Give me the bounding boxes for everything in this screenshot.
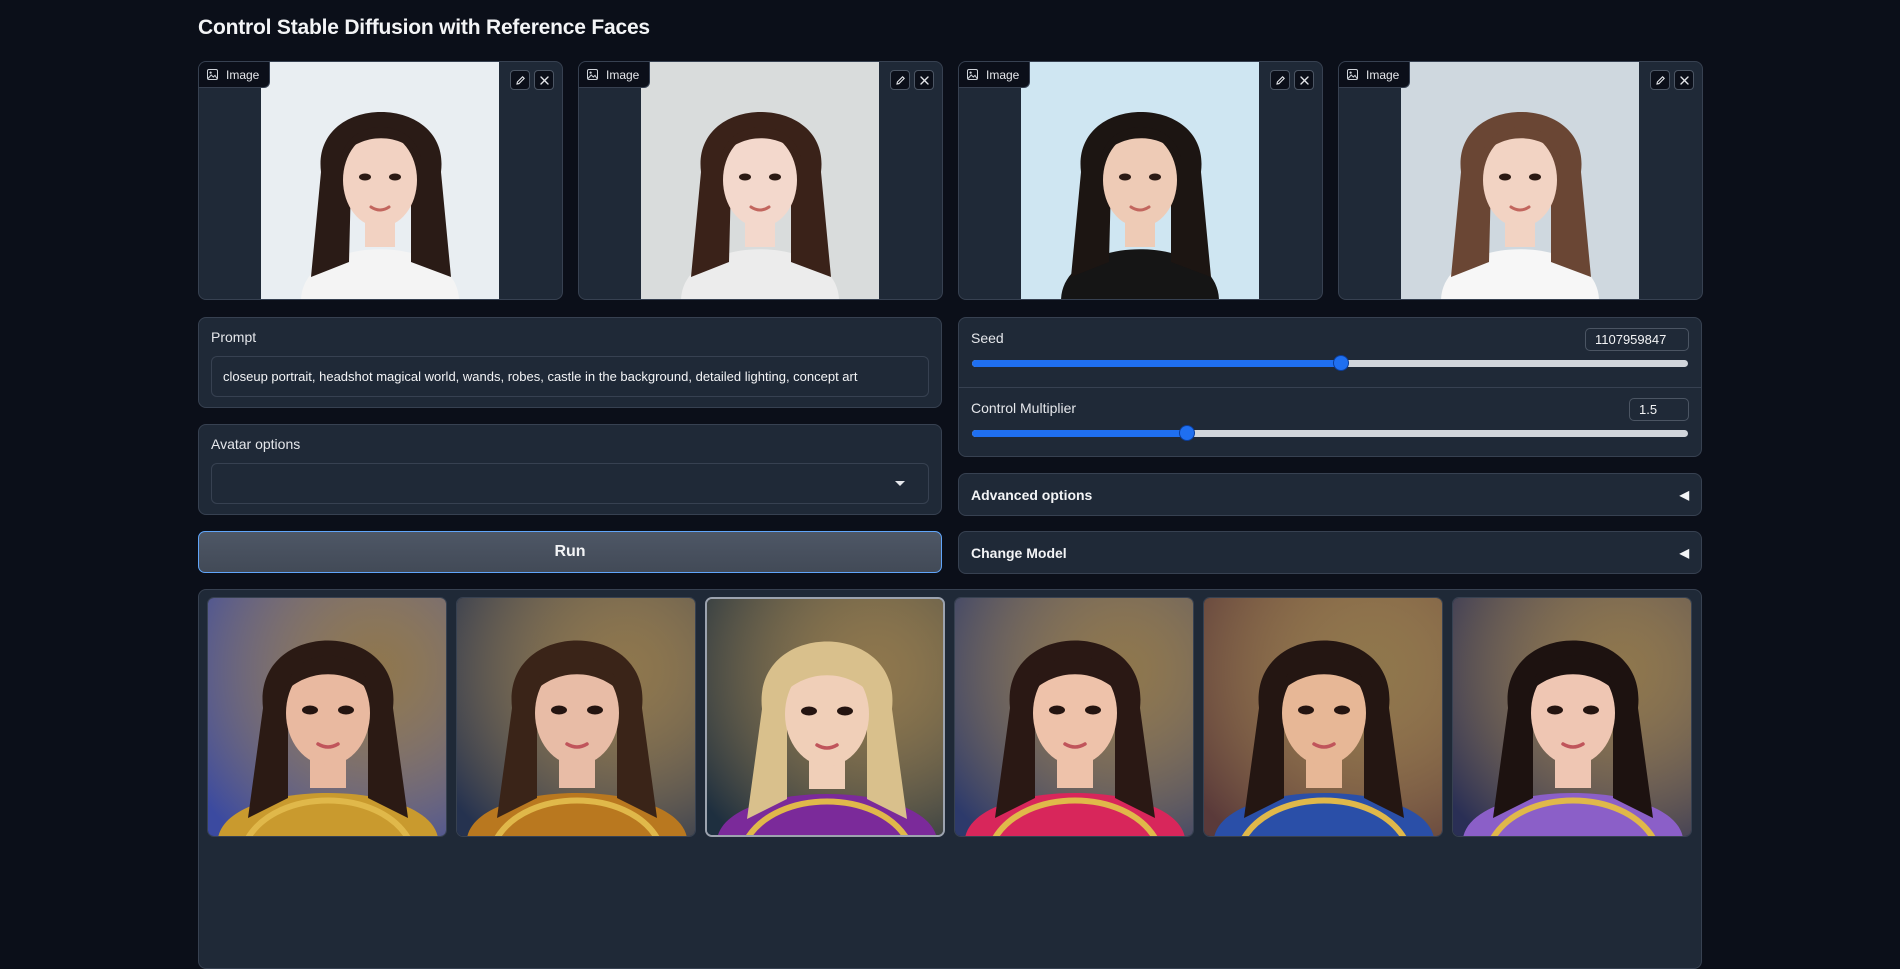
gallery-image-3[interactable] [705,597,945,837]
pencil-icon [1275,75,1285,85]
change-model-accordion[interactable]: Change Model ◀ [958,531,1702,574]
image-label: Image [579,62,651,88]
prompt-text: closeup portrait, headshot magical world… [223,369,858,384]
edit-button[interactable] [1270,70,1290,90]
seed-slider[interactable] [972,356,1688,370]
seed-slider-fill [972,360,1342,367]
chevron-down-icon [895,481,905,486]
control-slider-thumb[interactable] [1179,426,1194,440]
gallery-image-6[interactable] [1452,597,1692,837]
close-icon [1679,75,1689,85]
collapse-arrow-icon: ◀ [1679,487,1689,502]
close-icon [539,75,549,85]
collapse-arrow-icon: ◀ [1679,545,1689,560]
generated-portrait [1204,598,1442,836]
image-label: Image [199,62,271,88]
page-title: Control Stable Diffusion with Reference … [198,16,650,39]
reference-face-photo [261,62,499,299]
image-tools [510,70,554,90]
image-upload-1[interactable]: Image [198,61,563,300]
run-button[interactable]: Run [198,531,942,573]
image-icon [587,69,598,80]
image-label-text: Image [226,67,260,82]
prompt-input[interactable]: closeup portrait, headshot magical world… [211,356,929,397]
seed-slider-thumb[interactable] [1334,356,1349,370]
edit-button[interactable] [1650,70,1670,90]
sliders-panel: Seed 1107959847 Control Multiplier 1.5 [958,317,1702,457]
seed-label: Seed [971,330,1004,346]
advanced-options-label: Advanced options [971,486,1093,503]
control-multiplier-slider[interactable] [972,426,1688,440]
generated-portrait [707,599,943,835]
image-icon [1347,69,1358,80]
reference-face-photo [641,62,879,299]
image-tools [1270,70,1314,90]
avatar-label: Avatar options [211,436,301,452]
control-slider-fill [972,430,1187,437]
avatar-dropdown[interactable] [211,463,929,504]
image-tools [890,70,934,90]
advanced-options-accordion[interactable]: Advanced options ◀ [958,473,1702,516]
pencil-icon [515,75,525,85]
edit-button[interactable] [510,70,530,90]
change-model-label: Change Model [971,544,1067,561]
image-tools [1650,70,1694,90]
gallery-image-5[interactable] [1203,597,1443,837]
reference-face-photo [1401,62,1639,299]
control-multiplier-input[interactable]: 1.5 [1629,398,1689,421]
generated-portrait [208,598,446,836]
prompt-panel: Prompt closeup portrait, headshot magica… [198,317,942,408]
gallery-image-4[interactable] [954,597,1194,837]
panel-divider [959,387,1701,388]
gallery-image-1[interactable] [207,597,447,837]
image-icon [207,69,218,80]
image-label: Image [959,62,1031,88]
close-icon [919,75,929,85]
image-label-text: Image [606,67,640,82]
prompt-label: Prompt [211,329,257,345]
generated-portrait [955,598,1193,836]
close-icon [1299,75,1309,85]
seed-number-input[interactable]: 1107959847 [1585,328,1689,351]
image-label: Image [1339,62,1411,88]
generated-portrait [457,598,695,836]
reference-face-photo [1021,62,1259,299]
clear-button[interactable] [1674,70,1694,90]
image-upload-3[interactable]: Image [958,61,1323,300]
image-label-text: Image [986,67,1020,82]
generated-portrait [1453,598,1691,836]
image-icon [967,69,978,80]
image-upload-2[interactable]: Image [578,61,943,300]
pencil-icon [1655,75,1665,85]
edit-button[interactable] [890,70,910,90]
avatar-panel: Avatar options [198,424,942,515]
clear-button[interactable] [914,70,934,90]
control-multiplier-label: Control Multiplier [971,400,1077,416]
image-upload-4[interactable]: Image [1338,61,1703,300]
gallery-image-2[interactable] [456,597,696,837]
clear-button[interactable] [534,70,554,90]
image-label-text: Image [1366,67,1400,82]
pencil-icon [895,75,905,85]
clear-button[interactable] [1294,70,1314,90]
